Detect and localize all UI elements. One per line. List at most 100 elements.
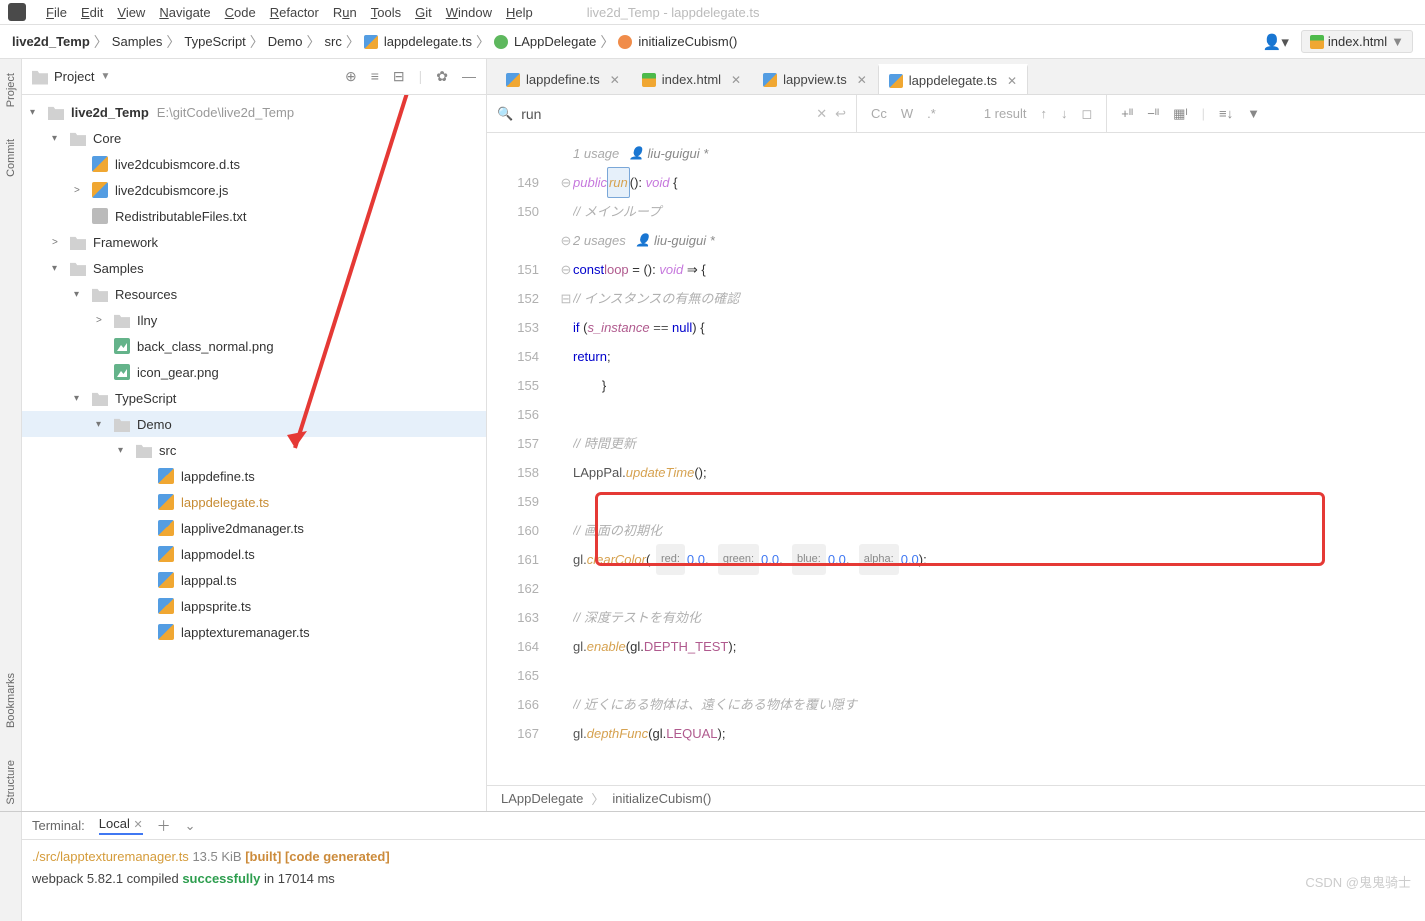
menu-edit[interactable]: Edit (81, 5, 103, 20)
editor-tab[interactable]: index.html✕ (631, 64, 752, 94)
tree-node-label: live2dcubismcore.js (115, 183, 228, 198)
tool-tab-commit[interactable]: Commit (3, 133, 19, 183)
add-selection-icon[interactable]: +ᴵᴵ (1121, 106, 1133, 121)
js-icon (92, 182, 108, 198)
tree-node[interactable]: >Ilny (22, 307, 486, 333)
tree-node[interactable]: ▾Resources (22, 281, 486, 307)
settings-icon[interactable]: ✿ (436, 68, 448, 85)
menu-git[interactable]: Git (415, 5, 432, 20)
clear-icon[interactable]: ✕ (816, 106, 827, 122)
close-tab-icon[interactable]: ✕ (857, 73, 867, 87)
terminal-label: Terminal: (32, 818, 85, 833)
tree-node[interactable]: ▾src (22, 437, 486, 463)
bc-class[interactable]: LAppDelegate (514, 34, 596, 49)
bc-demo[interactable]: Demo (268, 34, 303, 49)
tree-root[interactable]: ▾ live2d_Temp E:\gitCode\live2d_Temp (22, 99, 486, 125)
menu-window[interactable]: Window (446, 5, 492, 20)
collapse-icon[interactable]: ⊟ (393, 68, 405, 85)
prev-match-icon[interactable]: ↑ (1040, 106, 1047, 121)
crumb-method[interactable]: initializeCubism() (612, 791, 711, 806)
tree-node[interactable]: lapptexturemanager.ts (22, 619, 486, 645)
expand-icon[interactable]: ≡ (371, 68, 379, 85)
tree-node[interactable]: icon_gear.png (22, 359, 486, 385)
tool-tab-structure[interactable]: Structure (3, 754, 19, 811)
bc-typescript[interactable]: TypeScript (184, 34, 245, 49)
bc-project[interactable]: live2d_Temp (12, 34, 90, 49)
close-tab-icon[interactable]: ✕ (610, 73, 620, 87)
find-input[interactable] (521, 106, 808, 122)
divider: | (419, 68, 423, 85)
bc-src[interactable]: src (324, 34, 341, 49)
find-results: 1 result (984, 106, 1027, 121)
regex-icon[interactable]: .* (927, 106, 936, 121)
project-view-label[interactable]: Project (54, 69, 94, 84)
menu-code[interactable]: Code (225, 5, 256, 20)
bc-file[interactable]: lappdelegate.ts (384, 34, 472, 49)
left-tool-tabs: Project Commit Bookmarks Structure (0, 59, 22, 811)
tree-node[interactable]: lappsprite.ts (22, 593, 486, 619)
select-occurrences-icon[interactable]: ▦ᴵ (1173, 106, 1187, 122)
tree-node[interactable]: >Framework (22, 229, 486, 255)
line-gutter: 149150 151152153154155156157158159160161… (487, 133, 559, 785)
menu-tools[interactable]: Tools (371, 5, 401, 20)
ts-icon (158, 624, 174, 640)
tree-node[interactable]: ▾Core (22, 125, 486, 151)
ts-file-icon (763, 73, 777, 87)
editor-tab[interactable]: lappdelegate.ts✕ (878, 64, 1028, 94)
sort-icon[interactable]: ≡↓ (1219, 106, 1233, 121)
editor-tab[interactable]: lappview.ts✕ (752, 64, 878, 94)
tree-node[interactable]: back_class_normal.png (22, 333, 486, 359)
menu-help[interactable]: Help (506, 5, 533, 20)
filter-icon[interactable]: ▼ (1247, 106, 1260, 121)
code-content[interactable]: 1 usage 👤 liu-guigui * public run(): voi… (573, 133, 1425, 785)
bc-method[interactable]: initializeCubism() (638, 34, 737, 49)
tree-node-label: src (159, 443, 176, 458)
match-case-icon[interactable]: Cc (871, 106, 887, 121)
ts-icon (158, 520, 174, 536)
code-editor[interactable]: 149150 151152153154155156157158159160161… (487, 133, 1425, 785)
tree-node[interactable]: lapplive2dmanager.ts (22, 515, 486, 541)
hide-icon[interactable]: — (462, 68, 476, 85)
editor-tab[interactable]: lappdefine.ts✕ (495, 64, 631, 94)
terminal-dropdown-icon[interactable]: ⌄ (185, 818, 196, 834)
tree-node[interactable]: ▾Demo (22, 411, 486, 437)
project-tree[interactable]: ▾ live2d_Temp E:\gitCode\live2d_Temp ▾Co… (22, 95, 486, 811)
history-icon[interactable]: ↩ (835, 106, 846, 122)
user-icon[interactable]: 👤▾ (1263, 33, 1289, 51)
tree-node[interactable]: live2dcubismcore.d.ts (22, 151, 486, 177)
menu-run[interactable]: Run (333, 5, 357, 20)
run-config-selector[interactable]: index.html ▼ (1301, 30, 1413, 53)
tree-node[interactable]: lappdelegate.ts (22, 489, 486, 515)
tree-node[interactable]: lapppal.ts (22, 567, 486, 593)
tree-node[interactable]: RedistributableFiles.txt (22, 203, 486, 229)
terminal-output[interactable]: ./src/lapptexturemanager.ts 13.5 KiB [bu… (22, 840, 1425, 921)
terminal-tab-local[interactable]: Local ✕ (99, 816, 143, 835)
remove-selection-icon[interactable]: −ᴵᴵ (1147, 106, 1159, 121)
tree-node[interactable]: >live2dcubismcore.js (22, 177, 486, 203)
menu-refactor[interactable]: Refactor (270, 5, 319, 20)
crumb-class[interactable]: LAppDelegate (501, 791, 583, 806)
tree-node[interactable]: ▾TypeScript (22, 385, 486, 411)
tree-node-label: lapptexturemanager.ts (181, 625, 310, 640)
close-tab-icon[interactable]: ✕ (731, 73, 741, 87)
bc-samples[interactable]: Samples (112, 34, 163, 49)
close-tab-icon[interactable]: ✕ (1007, 74, 1017, 88)
locate-icon[interactable]: ⊕ (345, 68, 357, 85)
close-tab-icon[interactable]: ✕ (133, 819, 142, 831)
new-terminal-icon[interactable]: ＋ (157, 816, 171, 836)
menu-view[interactable]: View (117, 5, 145, 20)
words-icon[interactable]: W (901, 106, 913, 121)
tree-node-label: lapplive2dmanager.ts (181, 521, 304, 536)
tree-node[interactable]: lappdefine.ts (22, 463, 486, 489)
fold-column[interactable]: ⊖ ⊖⊖⊟ (559, 133, 573, 785)
select-all-icon[interactable]: ◻ (1081, 106, 1092, 122)
html-file-icon (1310, 35, 1324, 49)
dropdown-icon[interactable]: ▼ (100, 71, 110, 82)
tool-tab-bookmarks[interactable]: Bookmarks (3, 667, 19, 734)
tree-node[interactable]: ▾Samples (22, 255, 486, 281)
next-match-icon[interactable]: ↓ (1061, 106, 1068, 121)
tool-tab-project[interactable]: Project (3, 67, 19, 113)
menu-file[interactable]: File (46, 5, 67, 20)
tree-node[interactable]: lappmodel.ts (22, 541, 486, 567)
menu-navigate[interactable]: Navigate (159, 5, 210, 20)
